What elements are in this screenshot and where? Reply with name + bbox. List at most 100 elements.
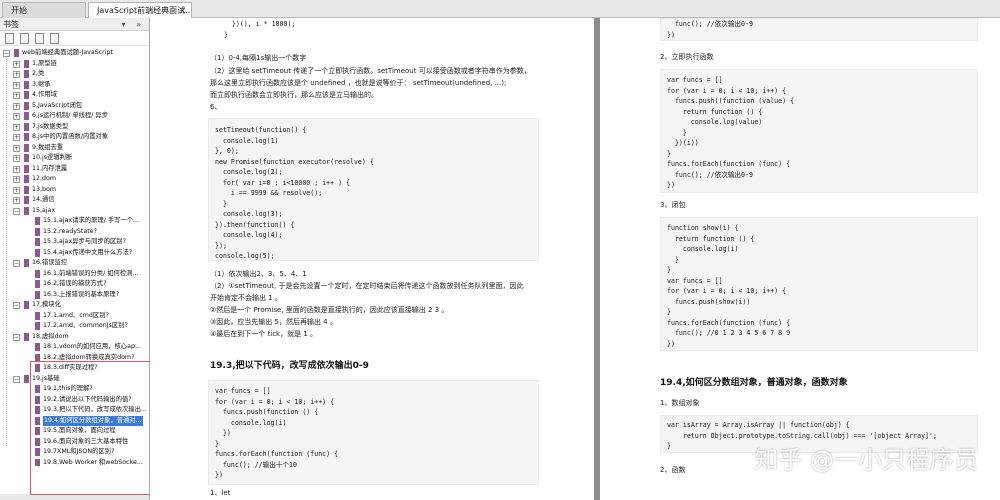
text-line: ②然后是一个 Promise, 里面的函数是直接执行的，因此应该直接输出 2 3… (210, 306, 449, 314)
code-block: var funcs = [] for (var i = 0; i < 10; i… (660, 69, 978, 193)
bookmark-section[interactable]: 15.3,ajax异步与同步的区别? (0, 237, 149, 248)
expand-icon[interactable]: + (13, 71, 20, 78)
bookmark-label: 6,js运行机制/ 单线程/ 异步 (32, 112, 108, 119)
code-line: console.log(1) (215, 136, 279, 145)
expand-icon[interactable]: + (13, 186, 20, 194)
bookmark-section[interactable]: 16.3,上报错误的基本原理? (0, 290, 149, 301)
bookmark-icon (35, 311, 40, 320)
bookmark-chapter[interactable]: +12,dom (0, 174, 149, 185)
collapse-icon[interactable]: − (13, 333, 20, 341)
code-line: funcs.push(show(i)) (667, 297, 751, 306)
bookmark-label: 16.2,错误的捕获方式? (43, 280, 107, 287)
expand-icon[interactable]: + (13, 144, 20, 152)
bookmark-icon (24, 206, 29, 215)
bookmark-icon (24, 70, 29, 78)
bookmark-section[interactable]: 17.2,amd、commonJs区别? (0, 321, 149, 332)
bookmark-chapter[interactable]: +7,js数据类型 (0, 122, 149, 133)
bookmark-label: 5,JavaScript闭包 (32, 101, 83, 109)
expand-icon[interactable]: + (13, 155, 20, 162)
bookmark-chapter[interactable]: +11,内存泄露 (0, 164, 149, 175)
code-line: function show(i) { (667, 224, 739, 232)
collapse-icon[interactable]: − (13, 302, 20, 309)
code-line: funcs.forEach(function (func) { (215, 450, 339, 458)
bookmark-chapter[interactable]: +6,js运行机制/ 单线程/ 异步 (0, 111, 149, 122)
code-line: console.log(4); (215, 231, 283, 239)
code-line: console.log(2); (215, 168, 283, 176)
code-line: }) (667, 181, 675, 189)
tab-document[interactable]: JavaScript前端经典面试... × (88, 2, 192, 18)
code-line: } (667, 255, 679, 264)
expand-icon[interactable]: + (13, 123, 20, 131)
expand-icon[interactable]: + (13, 113, 20, 120)
code-line: funcs.push((function (value) { (667, 97, 795, 105)
bookmark-section[interactable]: 16.1,前端错误的分类/ 如何检测... (0, 269, 149, 280)
code-line: }) (215, 471, 223, 479)
code-line: var funcs = [] (215, 387, 271, 395)
bookmark-chapter[interactable]: +1,原型链 (0, 59, 149, 70)
bookmark-root[interactable]: − web前端经典面试题-JavaScript (0, 48, 149, 59)
bookmark-section[interactable]: 16.2,错误的捕获方式? (0, 279, 149, 290)
bookmark-edit-icon[interactable] (35, 33, 44, 44)
bookmark-label: 17.1,amd、cmd区别? (43, 311, 109, 319)
page-left: })(), i * 1000); } （1）0-4,每隔1s输出一个数字 （2）… (150, 18, 594, 500)
bookmark-icon (35, 269, 40, 278)
expand-icon[interactable]: + (13, 60, 20, 68)
bookmark-chapter[interactable]: +5,JavaScript闭包 (0, 101, 149, 112)
code-line: funcs.forEach(function (func) { (667, 318, 791, 327)
bookmark-label: 1,原型链 (32, 59, 57, 67)
bookmark-section[interactable]: 15.2,readyState? (0, 227, 149, 238)
text-line: 而立即执行函数会立即执行，那么应该是立马输出的。 (210, 91, 378, 99)
collapse-icon[interactable]: − (13, 207, 20, 215)
bookmark-section[interactable]: 17.1,amd、cmd区别? (0, 311, 149, 322)
text-line: 3、闭包 (660, 201, 686, 209)
code-line: var funcs = [] (667, 76, 723, 84)
bookmark-icon (24, 185, 29, 194)
sidebar-controls-icon[interactable]: ▾ » (122, 18, 145, 31)
bookmark-chapter[interactable]: +2,类 (0, 69, 149, 80)
bookmark-icon (24, 374, 29, 383)
text-line: 2、函数 (660, 466, 686, 474)
bookmark-icon (14, 49, 19, 57)
collapse-icon[interactable]: − (13, 260, 20, 267)
bookmark-chapter[interactable]: − 17,模块化 (0, 300, 149, 311)
bookmark-chapter[interactable]: +4,作用域 (0, 90, 149, 101)
code-line: for( var i=0 ; i<10000 ; i++ ) { (215, 178, 350, 187)
code-line: } (216, 31, 228, 39)
expand-icon[interactable]: + (13, 176, 20, 183)
collapse-icon[interactable]: − (13, 375, 20, 383)
code-block: setTimeout(function() { console.log(1) }… (208, 118, 539, 261)
code-line: } (215, 439, 219, 448)
bookmark-chapter[interactable]: − 18,虚拟dom (0, 332, 149, 343)
bookmark-icon (35, 217, 40, 225)
expand-icon[interactable]: + (13, 102, 20, 110)
close-icon[interactable]: × (179, 3, 186, 18)
expand-icon[interactable]: + (13, 92, 20, 99)
bookmark-chapter[interactable]: +9,数组去重 (0, 143, 149, 154)
code-block: var funcs = [] for (var i = 0; i < 10; i… (208, 380, 539, 485)
bookmark-icon (24, 154, 29, 162)
bookmark-chapter[interactable]: − 16,错误监控 (0, 258, 149, 269)
code-line: } (667, 442, 671, 450)
code-line: }); (215, 241, 227, 250)
bookmark-chapter[interactable]: − 15,ajax (0, 206, 149, 217)
bookmark-section[interactable]: 15.1,ajax请求的原理/ 手写一个... (0, 216, 149, 227)
bookmark-icon (24, 59, 29, 68)
bookmark-section[interactable]: 15.4,ajax传递中文用什么方法? (0, 248, 149, 259)
expand-icon[interactable]: + (13, 197, 20, 204)
bookmark-icon (24, 122, 29, 131)
code-line: func(); //依次输出0-9 (667, 170, 753, 179)
bookmark-expand-icon[interactable] (50, 33, 59, 44)
bookmark-chapter[interactable]: +3,继承 (0, 80, 149, 91)
bookmark-section[interactable]: 18.1,vdom的如何应用，核心ap... (0, 342, 149, 353)
bookmark-chapter[interactable]: +14,通信 (0, 195, 149, 206)
expand-icon[interactable]: + (13, 134, 20, 141)
bookmark-chapter[interactable]: +8,js中的内置函数/内置对象 (0, 132, 149, 143)
bookmark-chapter[interactable]: +13,bom (0, 185, 149, 196)
expand-icon[interactable]: + (13, 81, 20, 89)
tab-start[interactable]: 开始 (2, 2, 86, 18)
bookmark-chapter[interactable]: +10,js逻辑判断 (0, 153, 149, 164)
expand-icon[interactable]: + (13, 165, 20, 173)
bookmark-add-icon[interactable] (5, 33, 14, 44)
code-line: console.log(i) (667, 245, 739, 253)
bookmark-delete-icon[interactable] (20, 33, 29, 44)
